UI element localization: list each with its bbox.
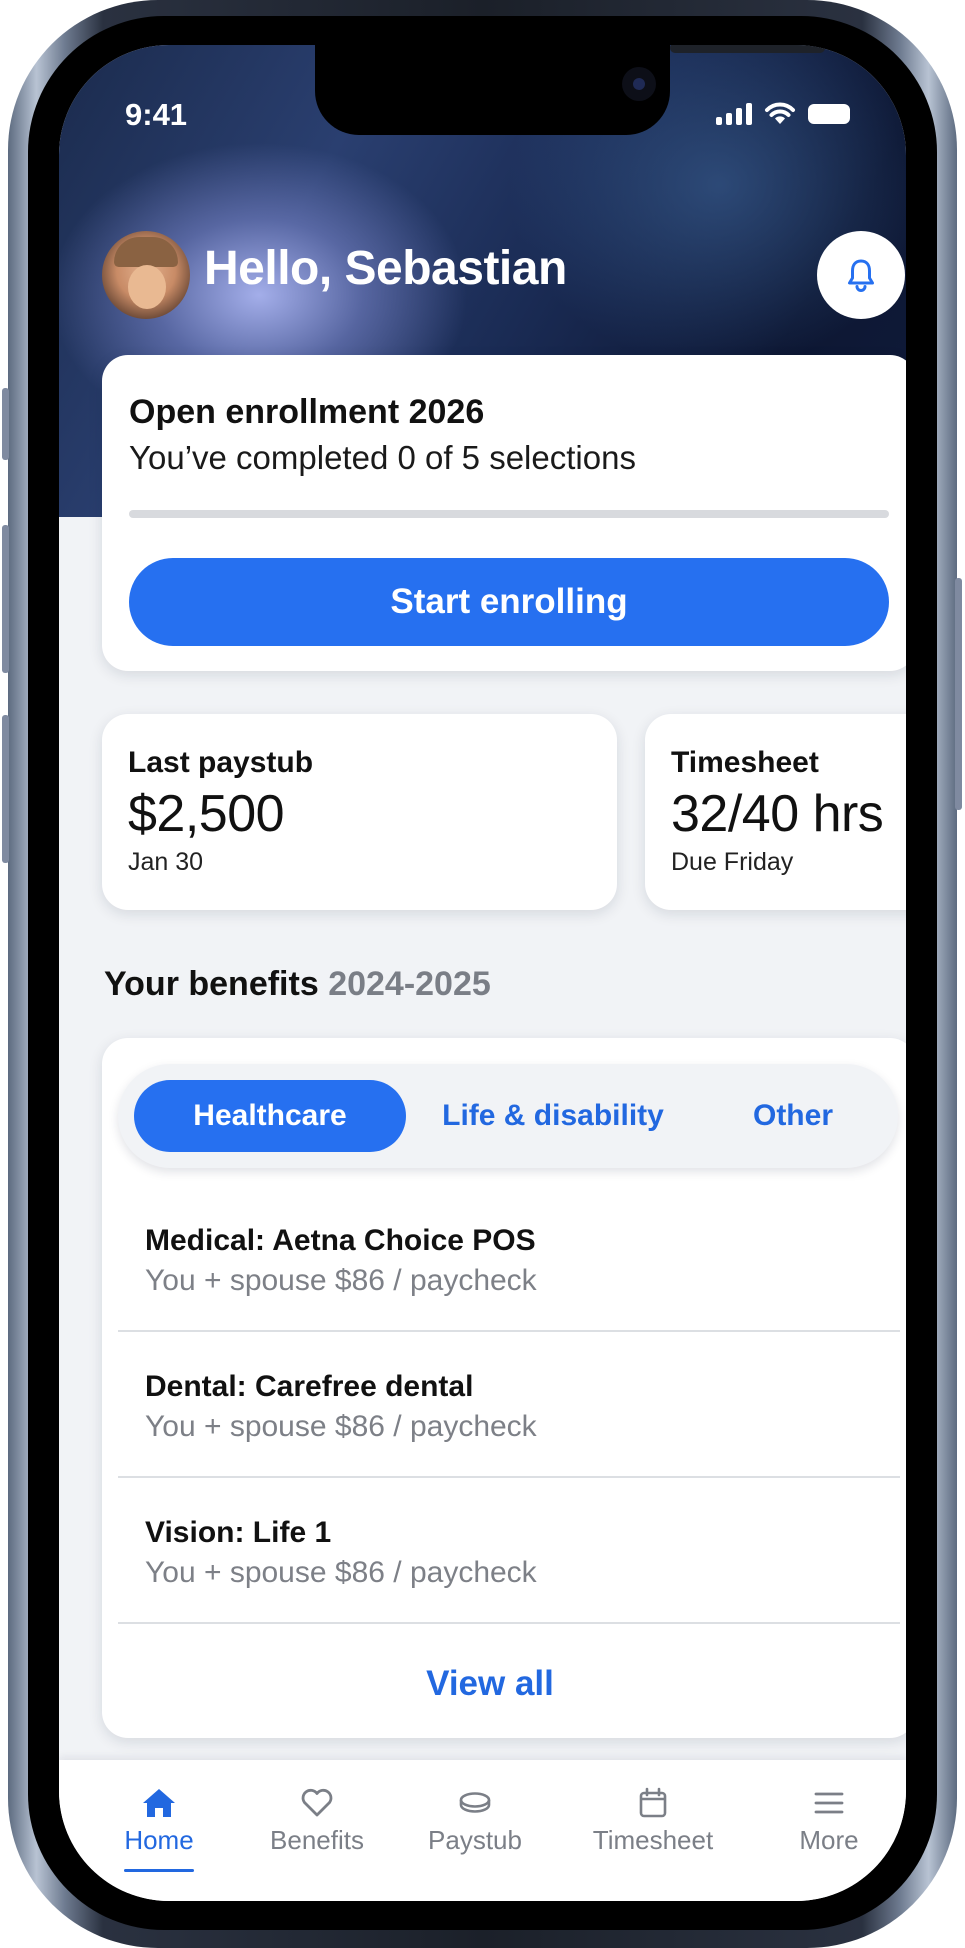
- phone-frame: 9:41 Hello, Sebastian Open enrollment 20…: [2, 0, 962, 1948]
- benefits-section-title: Your benefits 2024-2025: [104, 965, 491, 1004]
- paystub-date: Jan 30: [128, 848, 204, 876]
- calendar-icon: [639, 1787, 667, 1818]
- wifi-icon: [765, 102, 795, 124]
- benefits-tab-selector: Healthcare Life & disability Other: [118, 1064, 898, 1168]
- dynamic-island: [315, 45, 825, 135]
- status-time: 9:41: [125, 97, 188, 132]
- volume-up-button: [2, 525, 9, 673]
- bell-icon: [848, 259, 874, 292]
- tab-label: Benefits: [270, 1825, 364, 1855]
- benefits-title: Your benefits: [104, 965, 319, 1003]
- paystub-amount: $2,500: [128, 785, 285, 843]
- tab-timesheet[interactable]: Timesheet: [583, 1785, 723, 1856]
- bottom-tab-bar: Home Benefits Paystub Timesheet More: [59, 1760, 906, 1901]
- benefit-item-dental[interactable]: Dental: Carefree dental You + spouse $86…: [118, 1330, 900, 1478]
- action-button: [2, 388, 9, 460]
- tab-label: Timesheet: [592, 1825, 714, 1855]
- enrollment-progress-bar: [129, 510, 889, 518]
- paystub-label: Last paystub: [128, 746, 314, 779]
- tab-label: More: [799, 1825, 859, 1855]
- battery-icon: [808, 104, 850, 124]
- enrollment-card: Open enrollment 2026 You’ve completed 0 …: [102, 355, 906, 671]
- tab-label: Paystub: [428, 1825, 522, 1855]
- greeting-title: Hello, Sebastian: [204, 242, 567, 295]
- tab-healthcare[interactable]: Healthcare: [134, 1080, 406, 1152]
- benefit-title: Dental: Carefree dental: [145, 1370, 474, 1403]
- signal-icon: [716, 103, 752, 125]
- home-icon: [143, 1789, 175, 1817]
- phone-bezel: 9:41 Hello, Sebastian Open enrollment 20…: [28, 16, 937, 1930]
- menu-icon: [814, 1792, 844, 1814]
- app-screen: 9:41 Hello, Sebastian Open enrollment 20…: [59, 45, 906, 1901]
- benefit-title: Medical: Aetna Choice POS: [145, 1224, 536, 1257]
- paystub-summary-card[interactable]: Last paystub $2,500 Jan 30: [102, 714, 617, 910]
- benefit-item-vision[interactable]: Vision: Life 1 You + spouse $86 / payche…: [118, 1476, 900, 1624]
- speaker-grille: [670, 45, 825, 53]
- active-tab-indicator: [124, 1869, 194, 1872]
- timesheet-label: Timesheet: [671, 746, 819, 779]
- tab-more[interactable]: More: [759, 1785, 899, 1856]
- coins-icon: [459, 1792, 491, 1813]
- benefit-desc: You + spouse $86 / paycheck: [145, 1556, 537, 1589]
- tab-paystub[interactable]: Paystub: [405, 1785, 545, 1856]
- benefit-desc: You + spouse $86 / paycheck: [145, 1264, 537, 1297]
- tab-other[interactable]: Other: [718, 1080, 868, 1152]
- tab-benefits[interactable]: Benefits: [247, 1785, 387, 1856]
- avatar[interactable]: [102, 231, 190, 319]
- benefit-item-medical[interactable]: Medical: Aetna Choice POS You + spouse $…: [118, 1184, 900, 1332]
- volume-down-button: [2, 715, 9, 863]
- heart-icon: [301, 1788, 333, 1817]
- benefits-card: Healthcare Life & disability Other Medic…: [102, 1038, 906, 1738]
- timesheet-summary-card[interactable]: Timesheet 32/40 hrs Due Friday: [645, 714, 906, 910]
- status-icons: [716, 102, 850, 126]
- enrollment-title: Open enrollment 2026: [129, 393, 485, 431]
- start-enrolling-button[interactable]: Start enrolling: [129, 558, 889, 646]
- enrollment-progress-text: You’ve completed 0 of 5 selections: [129, 439, 636, 476]
- front-camera: [622, 67, 656, 101]
- benefit-title: Vision: Life 1: [145, 1516, 332, 1549]
- benefits-year: 2024-2025: [328, 965, 491, 1003]
- tab-life-disability[interactable]: Life & disability: [423, 1080, 683, 1152]
- view-all-link[interactable]: View all: [102, 1664, 878, 1704]
- tab-home[interactable]: Home: [89, 1785, 229, 1856]
- timesheet-hours: 32/40 hrs: [671, 785, 884, 843]
- power-button: [955, 578, 962, 810]
- timesheet-due: Due Friday: [671, 848, 794, 876]
- notifications-button[interactable]: [817, 231, 905, 319]
- benefit-desc: You + spouse $86 / paycheck: [145, 1410, 537, 1443]
- tab-label: Home: [124, 1825, 194, 1855]
